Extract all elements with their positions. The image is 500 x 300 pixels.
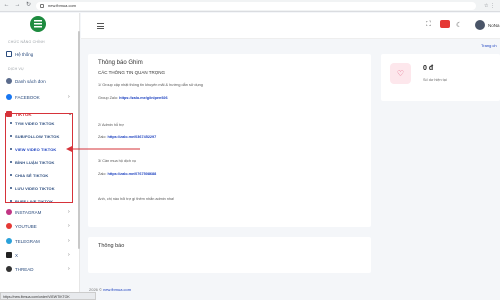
balance-label: Số dư hiện tại (423, 78, 447, 82)
sidebar-item-label: FACEBOOK (15, 94, 40, 100)
sidebar-item-label: INSTAGRAM (15, 209, 42, 215)
cart-icon[interactable] (440, 20, 450, 28)
zalo-admin-link[interactable]: https://zalo.me/0367452297 (108, 135, 157, 139)
card-subtitle: CÁC THÔNG TIN QUAN TRỌNG (98, 70, 166, 75)
link-label: Zalo: (98, 172, 107, 176)
heart-icon: ♡ (390, 63, 411, 84)
notice-line: Group Zalo: https://zalo.me/g/inlpen926 (98, 96, 168, 100)
address-bar[interactable]: new.fbmua.com (36, 1, 476, 10)
top-header: ⛶ ☾ NoNa (81, 13, 500, 39)
sidebar-item-label: THREAD (15, 266, 34, 272)
sidebar-item-x[interactable]: X › (6, 251, 70, 259)
section-main-title: CHỨC NĂNG CHÍNH (8, 40, 45, 44)
instagram-icon (6, 209, 12, 215)
notice-line: 3/ Cần mua hộ dịch vụ (98, 159, 136, 163)
breadcrumb[interactable]: Trang ch (481, 43, 497, 48)
zalo-group-link[interactable]: https://zalo.me/g/inlpen926 (119, 96, 168, 100)
sidebar-item-youtube[interactable]: YOUTUBE › (6, 222, 70, 230)
link-label: Zalo: (98, 135, 107, 139)
balance-card: ♡ 0 đ Số dư hiện tại (381, 54, 500, 101)
moon-icon[interactable]: ☾ (456, 21, 462, 29)
chevron-right-icon: › (68, 252, 70, 258)
pinned-notice-card: Thông báo Ghim CÁC THÔNG TIN QUAN TRỌNG … (88, 54, 371, 227)
reload-icon[interactable]: ↻ (25, 2, 32, 9)
facebook-icon (6, 94, 12, 100)
hamburger-menu-icon[interactable] (97, 23, 104, 29)
sidebar-item-label: YOUTUBE (15, 223, 37, 229)
link-label: Group Zalo: (98, 96, 119, 100)
address-text: new.fbmua.com (48, 2, 77, 8)
list-icon (6, 78, 12, 84)
notice-line: 2/ Admin hỗ trợ (98, 123, 124, 127)
card-title: Thông báo Ghim (98, 60, 143, 66)
fullscreen-icon[interactable]: ⛶ (426, 21, 431, 29)
sidebar-item-home[interactable]: Hệ thống (6, 50, 33, 58)
balance-amount: 0 đ (423, 65, 434, 72)
chevron-right-icon: › (68, 223, 70, 229)
sidebar-item-telegram[interactable]: TELEGRAM › (6, 237, 70, 245)
tiktok-highlight-box (5, 113, 73, 203)
sidebar-item-price-list[interactable]: Danh sách đơn (6, 77, 46, 85)
chevron-right-icon: › (68, 266, 70, 272)
sidebar-item-thread[interactable]: THREAD › (6, 265, 70, 273)
status-bar-url: https://new.fbmua.com/order/VIEWTIKTOK (0, 292, 96, 300)
chevron-right-icon: › (68, 209, 70, 215)
browser-toolbar: ← → ↻ new.fbmua.com ☆ ⋮ (0, 0, 500, 12)
thread-icon (6, 266, 12, 272)
notice-card: Thông báo (88, 237, 371, 273)
notice-line: 1/ Group cập nhật thông tin khuyến mãi &… (98, 83, 203, 87)
forward-icon[interactable]: → (14, 2, 21, 9)
zalo-service-link[interactable]: https://zalo.me/0767508688 (108, 172, 157, 176)
footer-link[interactable]: new.fbmua.com (103, 287, 131, 292)
sidebar-item-label: Danh sách đơn (15, 78, 46, 84)
sidebar-item-facebook[interactable]: FACEBOOK › (6, 93, 70, 101)
sidebar-item-label: Hệ thống (15, 51, 34, 57)
sidebar-item-label: X (15, 252, 19, 258)
notice-line: Zalo: https://zalo.me/0767508688 (98, 172, 156, 176)
sidebar-item-instagram[interactable]: INSTAGRAM › (6, 208, 70, 216)
chevron-right-icon: › (68, 238, 70, 244)
telegram-icon (6, 238, 12, 244)
sidebar-scrollbar[interactable] (78, 31, 80, 249)
chevron-right-icon: › (68, 94, 70, 100)
sidebar-item-label: TELEGRAM (15, 238, 40, 244)
notice-line: Zalo: https://zalo.me/0367452297 (98, 135, 156, 139)
x-icon (6, 252, 12, 258)
back-icon[interactable]: ← (3, 2, 10, 9)
avatar[interactable] (475, 20, 485, 30)
youtube-icon (6, 223, 12, 229)
notice-title: Thông báo (98, 243, 125, 249)
monitor-icon (6, 51, 12, 57)
username[interactable]: NoNa (488, 23, 500, 28)
lock-icon (40, 3, 44, 8)
site-logo[interactable] (30, 16, 46, 32)
browser-menu-icon[interactable]: ☆ ⋮ (484, 3, 495, 9)
notice-line: Anh, chị nào hỏi trợ gì thêm nhắn admin … (98, 197, 175, 201)
section-services-title: DỊCH VỤ (8, 67, 24, 71)
